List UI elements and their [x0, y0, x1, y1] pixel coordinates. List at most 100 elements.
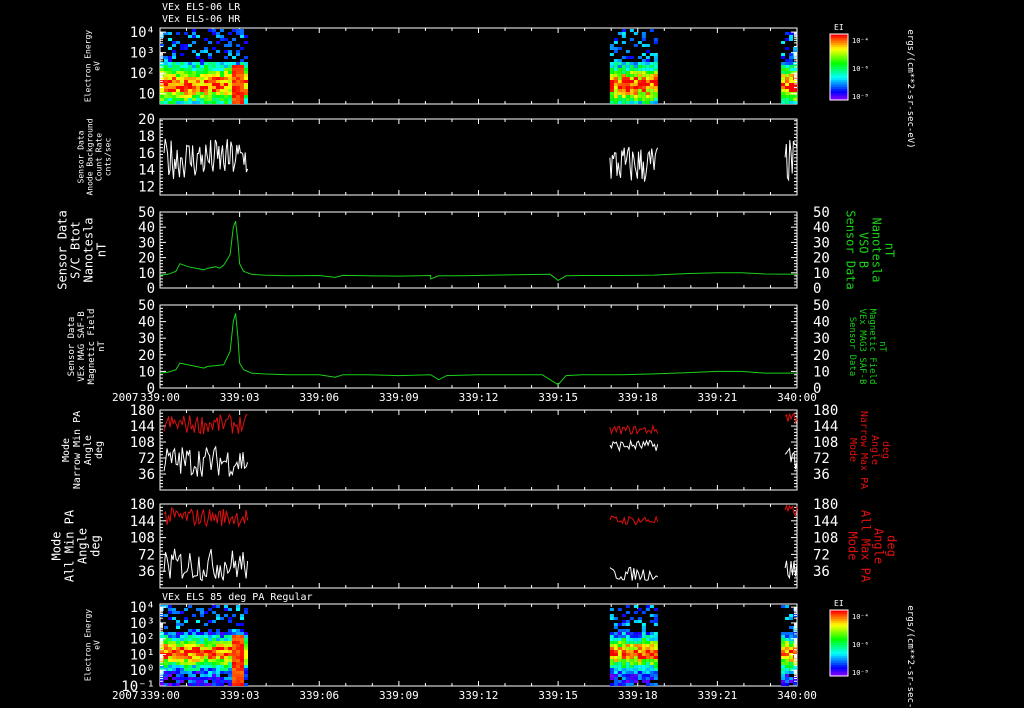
electron-energy-top-cell [785, 86, 790, 89]
electron-energy-top-cell [641, 44, 646, 47]
electron-energy-top-cell [228, 53, 232, 56]
electron-energy-85pa-cell [781, 659, 786, 662]
electron-energy-85pa-cell [164, 626, 168, 629]
electron-energy-top-cell [188, 101, 192, 104]
time-tick-label: 339:18 [618, 391, 658, 404]
electron-energy-85pa-cell [621, 644, 626, 647]
saf-b-ylabel-line: nT [97, 341, 107, 352]
electron-energy-85pa-cell [200, 611, 204, 614]
electron-energy-85pa-cell [236, 605, 240, 608]
electron-energy-85pa-cell [641, 611, 646, 614]
electron-energy-85pa-cell [633, 638, 638, 641]
all-pa-ylabel-line: All Min PA [63, 509, 77, 582]
electron-energy-top-cell [228, 41, 232, 44]
electron-energy-top-cell [645, 65, 650, 68]
electron-energy-85pa-cell [196, 638, 200, 641]
electron-energy-85pa-cell [200, 677, 204, 680]
electron-energy-85pa-cell [621, 671, 626, 674]
electron-energy-85pa-cell [228, 632, 232, 635]
electron-energy-top-cell [781, 80, 786, 83]
electron-energy-top-cell [228, 83, 232, 86]
electron-energy-85pa-cell [216, 635, 220, 638]
electron-energy-85pa-cell [208, 641, 212, 644]
electron-energy-top-cell [224, 95, 228, 98]
electron-energy-top-cell [216, 65, 220, 68]
electron-energy-top-cell [649, 89, 654, 92]
electron-energy-85pa-cell [180, 671, 184, 674]
electron-energy-85pa-cell [637, 632, 642, 635]
electron-energy-top-cell [232, 68, 236, 71]
electron-energy-85pa-cell [188, 671, 192, 674]
electron-energy-85pa-cell [176, 674, 180, 677]
electron-energy-85pa-cell [781, 680, 786, 683]
electron-energy-top-cell [232, 89, 236, 92]
electron-energy-top-cell [168, 98, 172, 101]
electron-energy-85pa-cell [621, 659, 626, 662]
electron-energy-top-cell [184, 95, 188, 98]
electron-energy-85pa-cell [196, 662, 200, 665]
electron-energy-top-cell [228, 65, 232, 68]
electron-energy-85pa-cell [793, 635, 798, 638]
electron-energy-85pa-cell [633, 611, 638, 614]
electron-energy-85pa-cell [236, 647, 240, 650]
electron-energy-85pa-cell [613, 617, 618, 620]
electron-energy-top-cell [168, 80, 172, 83]
electron-energy-85pa-cell [609, 617, 614, 620]
electron-energy-85pa-cell [200, 632, 204, 635]
electron-energy-85pa-cell [192, 650, 196, 653]
electron-energy-85pa-cell [176, 638, 180, 641]
electron-energy-top-ylabel-line: Electron Energy [83, 30, 92, 102]
electron-energy-top-cell [216, 98, 220, 101]
electron-energy-top-cell [220, 77, 224, 80]
electron-energy-top-cell [653, 83, 658, 86]
electron-energy-85pa-cell [649, 650, 654, 653]
electron-energy-85pa-cell [228, 665, 232, 668]
electron-energy-top-cell [653, 68, 658, 71]
electron-energy-85pa-cell [200, 671, 204, 674]
electron-energy-85pa-cell [192, 668, 196, 671]
electron-energy-85pa-cell [785, 641, 790, 644]
time-tick-label: 339:00 [140, 689, 180, 702]
electron-energy-85pa-cell [637, 671, 642, 674]
electron-energy-85pa-cell [621, 668, 626, 671]
electron-energy-top-cell [224, 65, 228, 68]
electron-energy-top-cell [793, 65, 798, 68]
electron-energy-top-cell [184, 92, 188, 95]
electron-energy-top-cell [220, 92, 224, 95]
electron-energy-top-cell [633, 68, 638, 71]
electron-energy-85pa-cell [172, 617, 176, 620]
electron-energy-top-cell [653, 80, 658, 83]
electron-energy-85pa-cell [180, 662, 184, 665]
electron-energy-top-cell [164, 89, 168, 92]
electron-energy-85pa-cell [212, 668, 216, 671]
electron-energy-top-cell [240, 68, 244, 71]
electron-energy-top-cell [176, 77, 180, 80]
electron-energy-top-cell [641, 95, 646, 98]
electron-energy-top-cell [641, 74, 646, 77]
electron-energy-top-cell [180, 80, 184, 83]
electron-energy-top-cell [176, 92, 180, 95]
electron-energy-top-cell [196, 65, 200, 68]
electron-energy-top-cell [208, 65, 212, 68]
electron-energy-85pa-cell [176, 662, 180, 665]
electron-energy-top-cell [200, 62, 204, 65]
electron-energy-85pa-cell [220, 668, 224, 671]
all-pa-series-line [163, 507, 249, 528]
electron-energy-top-cell [176, 62, 180, 65]
electron-energy-top-cell [789, 68, 794, 71]
electron-energy-85pa-cell [637, 641, 642, 644]
electron-energy-top-cell [617, 47, 622, 50]
electron-energy-85pa-cell [220, 683, 224, 686]
electron-energy-top-cell [212, 89, 216, 92]
electron-energy-top-cell [216, 80, 220, 83]
electron-energy-85pa-cell [617, 653, 622, 656]
electron-energy-85pa-cell [653, 656, 658, 659]
electron-energy-85pa-cell [789, 614, 794, 617]
electron-energy-85pa-cell [645, 641, 650, 644]
electron-energy-85pa-cell [212, 662, 216, 665]
electron-energy-85pa-cell [208, 662, 212, 665]
electron-energy-top-cell [232, 71, 236, 74]
electron-energy-top-cell [645, 62, 650, 65]
electron-energy-85pa-cell [168, 683, 172, 686]
electron-energy-85pa-cell [172, 665, 176, 668]
